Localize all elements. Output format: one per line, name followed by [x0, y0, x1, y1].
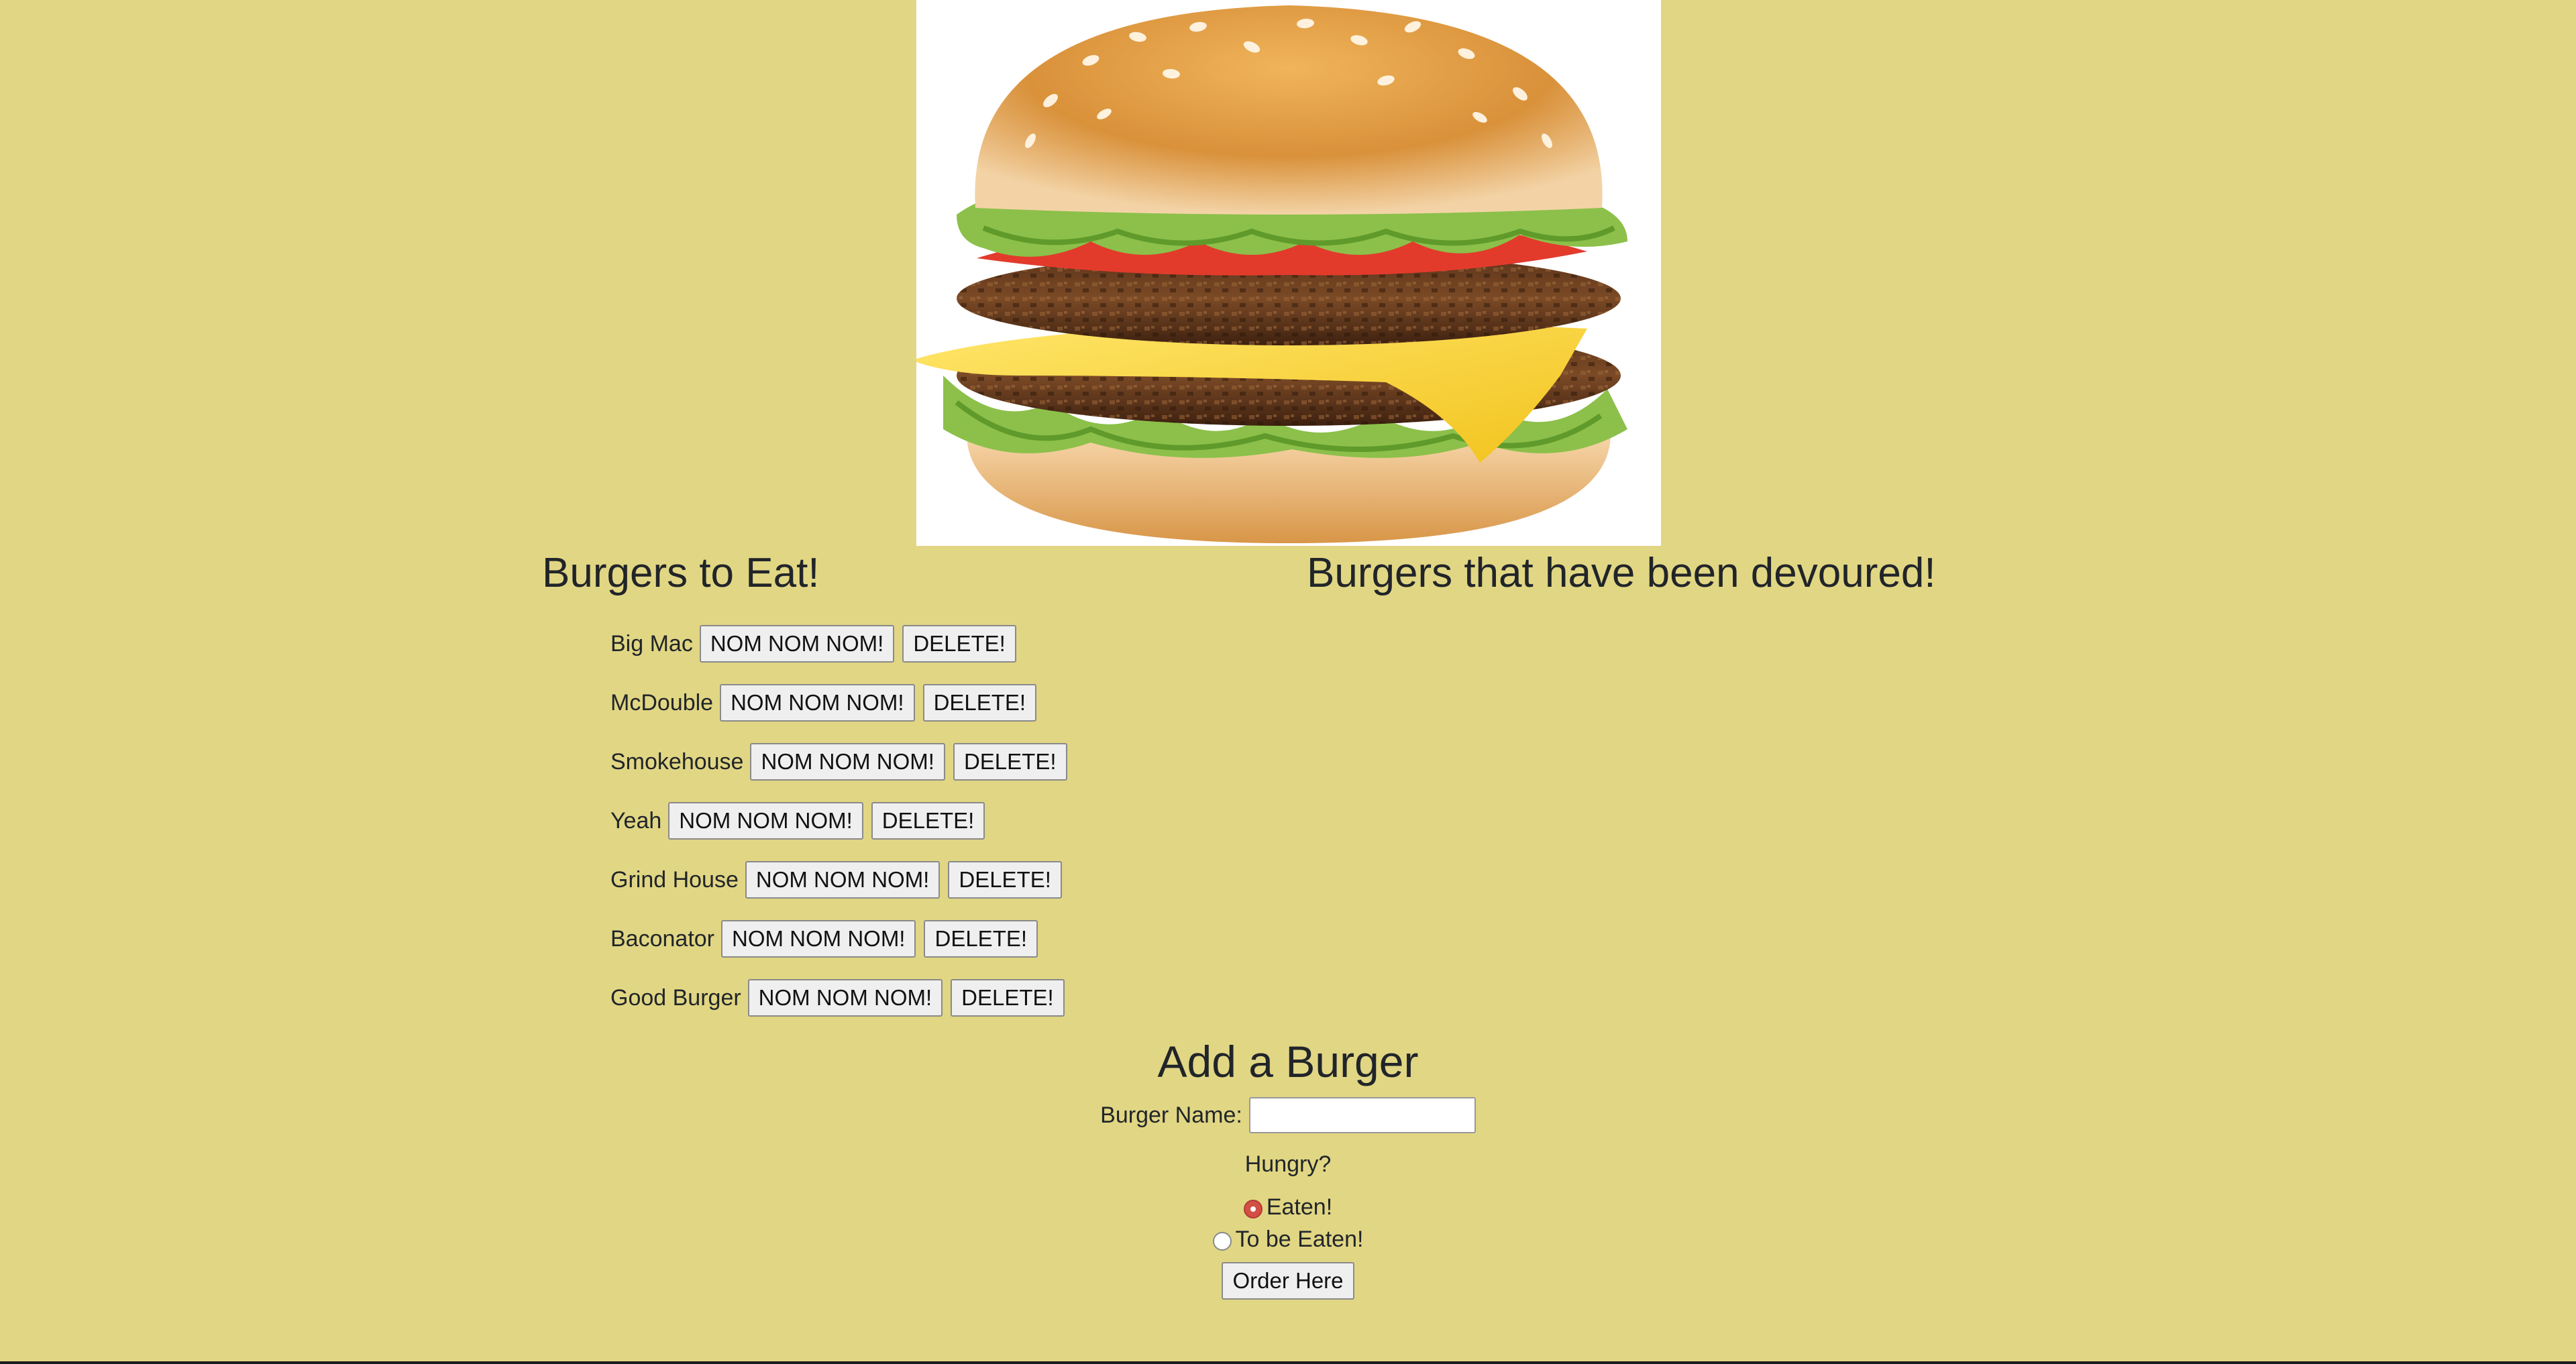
burgers-to-eat-heading: Burgers to Eat! [542, 550, 820, 596]
radio-to-be-eaten-row[interactable]: To be Eaten! [1020, 1226, 1556, 1253]
delete-button[interactable]: DELETE! [948, 861, 1062, 899]
burger-name: Big Mac [610, 631, 693, 657]
radio-to-be-eaten[interactable] [1212, 1232, 1232, 1251]
add-burger-heading: Add a Burger [1157, 1037, 1419, 1086]
add-burger-form: Add a Burger Burger Name: Hungry? Eaten!… [1020, 1033, 1556, 1300]
devour-button[interactable]: NOM NOM NOM! [668, 802, 863, 840]
burger-hero-image [916, 0, 1661, 546]
hungry-label: Hungry? [1244, 1151, 1332, 1177]
list-item: McDouble NOM NOM NOM! DELETE! [610, 673, 1075, 732]
list-item: Yeah NOM NOM NOM! DELETE! [610, 791, 1075, 850]
devour-button[interactable]: NOM NOM NOM! [699, 625, 895, 663]
radio-eaten[interactable] [1243, 1200, 1263, 1218]
order-button[interactable]: Order Here [1222, 1262, 1354, 1300]
burger-name: Good Burger [610, 985, 741, 1011]
burger-name-label: Burger Name: [1100, 1102, 1242, 1128]
burger-name: McDouble [610, 690, 714, 716]
burger-name: Yeah [610, 808, 662, 834]
burgers-devoured-heading: Burgers that have been devoured! [1307, 550, 1936, 596]
page-bottom-border [0, 1361, 2576, 1364]
list-item: Grind House NOM NOM NOM! DELETE! [610, 850, 1075, 909]
delete-button[interactable]: DELETE! [924, 920, 1038, 958]
burger-name: Grind House [610, 867, 739, 893]
devour-button[interactable]: NOM NOM NOM! [750, 743, 945, 781]
delete-button[interactable]: DELETE! [951, 979, 1065, 1017]
burger-name: Baconator [610, 926, 714, 952]
list-item: Smokehouse NOM NOM NOM! DELETE! [610, 732, 1075, 791]
devour-button[interactable]: NOM NOM NOM! [747, 979, 943, 1017]
delete-button[interactable]: DELETE! [953, 743, 1067, 781]
list-item: Big Mac NOM NOM NOM! DELETE! [610, 614, 1075, 673]
list-item: Good Burger NOM NOM NOM! DELETE! [610, 968, 1075, 1027]
devour-button[interactable]: NOM NOM NOM! [721, 920, 916, 958]
burgers-to-eat-list: Big Mac NOM NOM NOM! DELETE! McDouble NO… [610, 614, 1075, 1027]
radio-eaten-label: Eaten! [1266, 1194, 1333, 1220]
radio-eaten-row[interactable]: Eaten! [1020, 1194, 1556, 1220]
delete-button[interactable]: DELETE! [902, 625, 1016, 663]
burger-name-input[interactable] [1248, 1097, 1476, 1133]
list-item: Baconator NOM NOM NOM! DELETE! [610, 909, 1075, 968]
delete-button[interactable]: DELETE! [871, 802, 985, 840]
devour-button[interactable]: NOM NOM NOM! [745, 861, 941, 899]
radio-to-be-eaten-label: To be Eaten! [1235, 1227, 1364, 1252]
burger-name-row: Burger Name: [1020, 1097, 1556, 1133]
burger-name: Smokehouse [610, 749, 744, 775]
devour-button[interactable]: NOM NOM NOM! [720, 684, 915, 722]
delete-button[interactable]: DELETE! [922, 684, 1037, 722]
